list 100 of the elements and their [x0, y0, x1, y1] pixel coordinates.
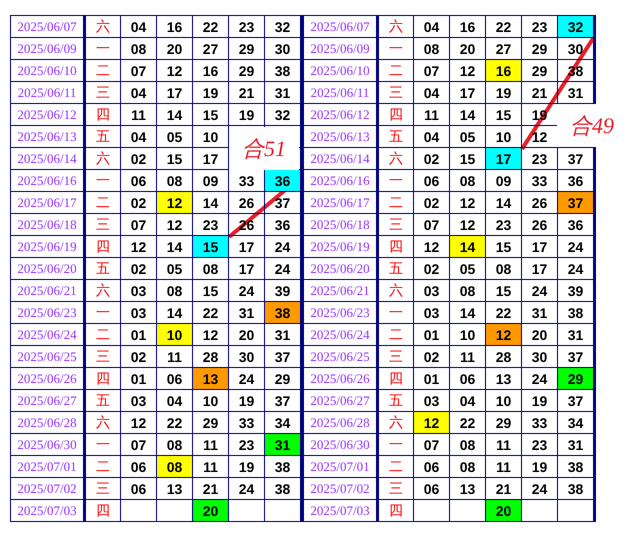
number-cell: 19	[522, 390, 558, 412]
weekday-cell: 二	[378, 456, 414, 478]
date-cell: 2025/06/30	[10, 434, 84, 456]
number-cell: 29	[228, 38, 264, 60]
number-cell: 12	[450, 192, 486, 214]
highlighted-number-cell: 15	[192, 236, 228, 258]
date-cell: 2025/06/09	[10, 38, 84, 60]
number-cell: 11	[486, 456, 522, 478]
number-cell: 17	[522, 236, 558, 258]
weekday-cell: 一	[84, 302, 120, 324]
weekday-cell: 四	[378, 368, 414, 390]
highlighted-number-cell: 14	[450, 236, 486, 258]
number-cell: 17	[228, 236, 264, 258]
highlighted-number-cell: 32	[558, 16, 594, 38]
date-cell: 2025/06/07	[10, 16, 84, 38]
number-cell: 07	[120, 60, 156, 82]
number-cell: 10	[486, 390, 522, 412]
weekday-cell: 六	[378, 16, 414, 38]
highlighted-number-cell: 12	[414, 412, 450, 434]
number-cell: 33	[522, 170, 558, 192]
number-cell: 27	[192, 38, 228, 60]
number-cell: 11	[450, 346, 486, 368]
number-cell: 33	[228, 412, 264, 434]
number-cell: 07	[414, 60, 450, 82]
number-cell: 19	[522, 456, 558, 478]
weekday-cell: 三	[84, 82, 120, 104]
weekday-cell: 二	[378, 324, 414, 346]
date-cell: 2025/06/13	[304, 126, 378, 148]
number-cell: 01	[414, 368, 450, 390]
date-cell: 2025/06/28	[304, 412, 378, 434]
number-cell: 02	[414, 346, 450, 368]
date-cell: 2025/06/23	[304, 302, 378, 324]
number-cell: 04	[450, 390, 486, 412]
number-cell: 06	[414, 456, 450, 478]
number-cell: 02	[120, 346, 156, 368]
weekday-cell: 三	[378, 478, 414, 500]
weekday-cell: 四	[84, 368, 120, 390]
number-cell: 07	[120, 434, 156, 456]
number-cell: 12	[120, 236, 156, 258]
number-cell: 15	[192, 280, 228, 302]
number-cell: 01	[120, 368, 156, 390]
number-cell: 06	[414, 170, 450, 192]
number-cell: 19	[228, 390, 264, 412]
number-cell: 16	[192, 60, 228, 82]
number-cell: 13	[450, 478, 486, 500]
number-cell: 22	[192, 16, 228, 38]
number-cell: 26	[522, 214, 558, 236]
weekday-cell: 三	[84, 478, 120, 500]
weekday-cell: 一	[378, 170, 414, 192]
highlighted-number-cell: 12	[486, 324, 522, 346]
number-cell: 02	[414, 192, 450, 214]
number-cell: 04	[414, 126, 450, 148]
number-cell: 07	[414, 214, 450, 236]
weekday-cell: 一	[378, 434, 414, 456]
weekday-cell: 一	[84, 170, 120, 192]
highlighted-number-cell: 36	[264, 170, 302, 192]
highlighted-number-cell: 12	[156, 192, 192, 214]
date-cell: 2025/06/07	[304, 16, 378, 38]
number-cell: 14	[450, 302, 486, 324]
highlighted-number-cell: 17	[486, 148, 522, 170]
date-cell: 2025/06/20	[304, 258, 378, 280]
date-cell: 2025/06/18	[304, 214, 378, 236]
number-cell: 33	[522, 412, 558, 434]
number-cell: 26	[228, 192, 264, 214]
number-cell: 11	[120, 104, 156, 126]
number-cell: 05	[156, 126, 192, 148]
number-cell: 05	[450, 126, 486, 148]
highlighted-number-cell: 31	[264, 434, 302, 456]
number-cell: 22	[450, 412, 486, 434]
number-cell: 20	[156, 38, 192, 60]
number-cell: 02	[414, 258, 450, 280]
highlighted-number-cell: 29	[558, 368, 594, 390]
number-cell: 14	[156, 104, 192, 126]
highlighted-number-cell: 10	[156, 324, 192, 346]
number-cell: 12	[156, 214, 192, 236]
number-cell: 02	[120, 148, 156, 170]
weekday-cell: 一	[84, 38, 120, 60]
date-cell: 2025/06/18	[10, 214, 84, 236]
date-cell: 2025/06/09	[304, 38, 378, 60]
date-cell: 2025/06/17	[10, 192, 84, 214]
highlighted-number-cell: 20	[486, 500, 522, 522]
weekday-cell: 六	[84, 280, 120, 302]
number-cell: 15	[486, 280, 522, 302]
number-cell: 29	[522, 38, 558, 60]
date-cell: 2025/07/01	[10, 456, 84, 478]
number-cell: 03	[120, 390, 156, 412]
number-cell: 03	[414, 302, 450, 324]
number-cell: 15	[486, 236, 522, 258]
date-cell: 2025/06/24	[10, 324, 84, 346]
highlighted-number-cell: 38	[264, 302, 302, 324]
number-cell: 11	[414, 104, 450, 126]
number-cell: 32	[264, 16, 302, 38]
number-cell: 02	[414, 148, 450, 170]
weekday-cell: 五	[378, 390, 414, 412]
number-cell: 23	[228, 16, 264, 38]
number-cell: 20	[450, 38, 486, 60]
number-cell: 19	[228, 456, 264, 478]
number-cell: 12	[120, 412, 156, 434]
date-cell: 2025/06/19	[10, 236, 84, 258]
highlighted-number-cell: 20	[192, 500, 228, 522]
